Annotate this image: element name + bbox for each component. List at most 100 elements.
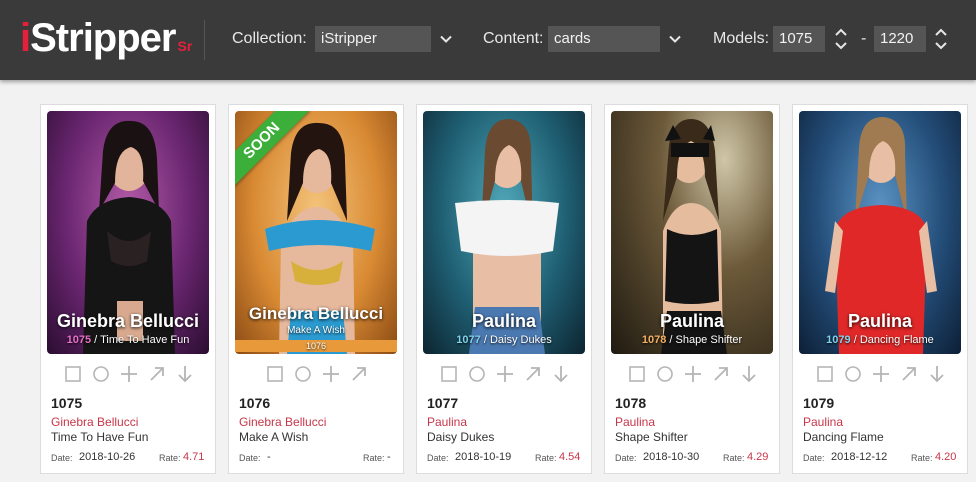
model-card[interactable]: Ginebra Bellucci 1075 / Time To Have Fun… [40,104,216,474]
models-label: Models: [713,30,770,47]
rate-label: Rate: [535,453,557,463]
arrow-up-right-icon[interactable] [147,365,167,383]
card-title: Shape Shifter [615,430,688,444]
top-bar: i Stripper Sr Collection: iStripper Cont… [0,0,976,80]
date-label: Date: [803,453,825,463]
card-overlay-name: Ginebra Bellucci [248,304,384,323]
card-overlay-name: Paulina [471,311,537,331]
model-card[interactable]: Paulina 1079 / Dancing Flame 1079 Paulin… [792,104,968,474]
card-overlay-name: Paulina [659,311,725,331]
plus-icon[interactable] [495,365,515,383]
circle-icon[interactable] [91,365,111,383]
header-divider [204,20,205,60]
rate-label: Rate: [723,453,745,463]
square-icon[interactable] [63,365,83,383]
content-chevron-down-icon[interactable] [661,26,689,52]
range-dash: - [861,30,867,47]
model-card[interactable]: Paulina 1077 / Daisy Dukes 1077 Paulina … [416,104,592,474]
logo-text: Stripper [30,16,176,60]
rate-label: Rate: [363,453,385,463]
date-label: Date: [615,453,637,463]
card-thumbnail[interactable]: Paulina 1078 / Shape Shifter [611,111,773,354]
model-card[interactable]: Paulina 1078 / Shape Shifter 1078 Paulin… [604,104,780,474]
circle-icon[interactable] [843,365,863,383]
card-date: 2018-12-12 [831,451,888,463]
plus-icon[interactable] [321,365,341,383]
card-date: 2018-10-19 [455,451,512,463]
card-overlay-subtitle: 1075 / Time To Have Fun [47,334,209,346]
card-rate: 4.71 [183,451,205,463]
card-date: 2018-10-30 [643,451,700,463]
card-actions [63,365,195,383]
card-title: Time To Have Fun [51,430,149,444]
card-thumbnail[interactable]: Paulina 1079 / Dancing Flame [799,111,961,354]
card-overlay-name: Paulina [847,311,913,331]
models-to-spinner-icon[interactable] [931,24,951,54]
models-from-input[interactable]: 1075 [773,26,825,52]
collection-select[interactable]: iStripper [315,26,431,52]
card-thumbnail[interactable]: Ginebra Bellucci 1075 / Time To Have Fun [47,111,209,354]
card-title: Make A Wish [239,430,309,444]
card-overlay-title: / Dancing Flame [850,334,934,346]
card-number: 1075 [51,395,83,411]
card-date: 2018-10-26 [79,451,136,463]
card-date: - [267,451,271,463]
card-model-link[interactable]: Ginebra Bellucci [239,415,326,429]
logo-sr: Sr [177,38,193,54]
card-actions [627,365,759,383]
card-number: 1076 [239,395,271,411]
arrow-up-right-icon[interactable] [711,365,731,383]
card-actions [815,365,947,383]
collection-chevron-down-icon[interactable] [432,26,460,52]
arrow-down-icon[interactable] [739,365,759,383]
card-overlay-title: / Time To Have Fun [91,334,190,346]
square-icon[interactable] [439,365,459,383]
card-overlay-subtitle: 1077 / Daisy Dukes [423,334,585,346]
arrow-up-right-icon[interactable] [349,365,369,383]
card-model-link[interactable]: Paulina [427,415,467,429]
plus-icon[interactable] [871,365,891,383]
content-select[interactable]: cards [548,26,660,52]
logo-i: i [20,16,31,60]
card-thumbnail[interactable]: SOON Ginebra Bellucci Make A Wish 1076 [235,111,397,354]
date-label: Date: [239,453,261,463]
square-icon[interactable] [627,365,647,383]
card-overlay-number: 1075 [66,334,92,346]
card-overlay-title: / Daisy Dukes [480,334,552,346]
date-label: Date: [427,453,449,463]
rate-label: Rate: [911,453,933,463]
square-icon[interactable] [265,365,285,383]
circle-icon[interactable] [293,365,313,383]
content-label: Content: [483,30,544,47]
models-to-input[interactable]: 1220 [874,26,926,52]
card-model-link[interactable]: Paulina [615,415,655,429]
card-number: 1078 [615,395,647,411]
arrow-down-icon[interactable] [175,365,195,383]
square-icon[interactable] [815,365,835,383]
circle-icon[interactable] [655,365,675,383]
card-overlay-number: 1079 [826,334,851,346]
card-overlay-number: 1076 [235,340,397,352]
rate-label: Rate: [159,453,181,463]
card-thumbnail[interactable]: Paulina 1077 / Daisy Dukes [423,111,585,354]
card-title: Daisy Dukes [427,430,495,444]
istripper-logo[interactable]: i Stripper Sr [20,18,192,58]
arrow-up-right-icon[interactable] [523,365,543,383]
card-overlay-title: Make A Wish [287,325,345,336]
plus-icon[interactable] [683,365,703,383]
card-number: 1077 [427,395,459,411]
model-card[interactable]: SOON Ginebra Bellucci Make A Wish 1076 1… [228,104,404,474]
arrow-down-icon[interactable] [927,365,947,383]
card-overlay-title: / Shape Shifter [666,334,743,346]
card-rate: - [387,451,391,463]
card-overlay-number: 1078 [641,334,667,346]
card-model-link[interactable]: Paulina [803,415,843,429]
models-from-spinner-icon[interactable] [831,24,851,54]
card-model-link[interactable]: Ginebra Bellucci [51,415,138,429]
card-title: Dancing Flame [803,430,884,444]
date-label: Date: [51,453,73,463]
arrow-up-right-icon[interactable] [899,365,919,383]
plus-icon[interactable] [119,365,139,383]
arrow-down-icon[interactable] [551,365,571,383]
circle-icon[interactable] [467,365,487,383]
